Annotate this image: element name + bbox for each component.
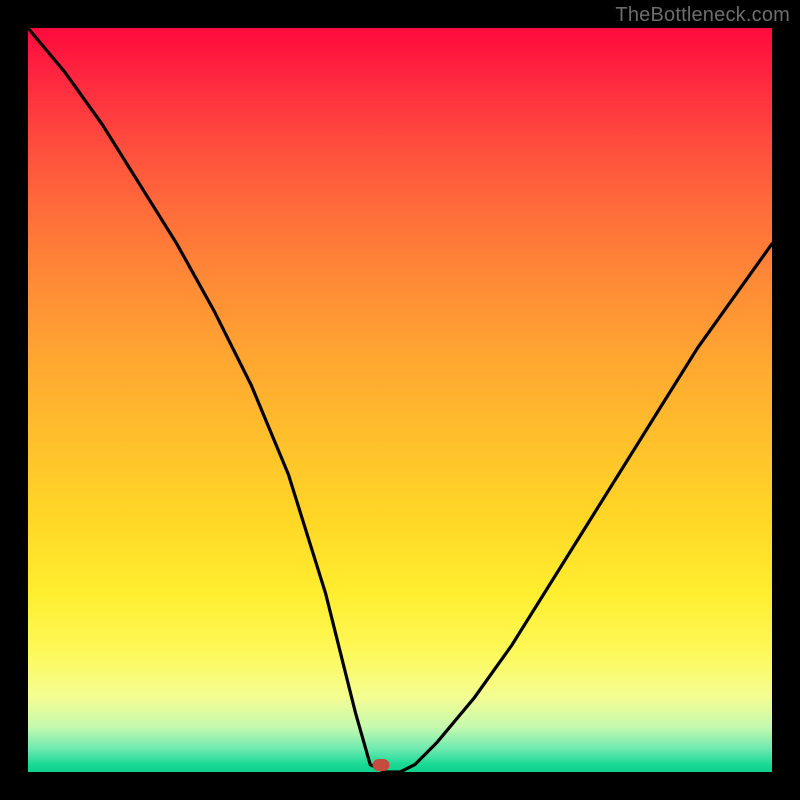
watermark-text: TheBottleneck.com (615, 4, 790, 27)
optimal-point-marker (373, 759, 390, 771)
bottleneck-curve (28, 28, 772, 772)
chart-frame: TheBottleneck.com (0, 0, 800, 800)
plot-area (28, 28, 772, 772)
